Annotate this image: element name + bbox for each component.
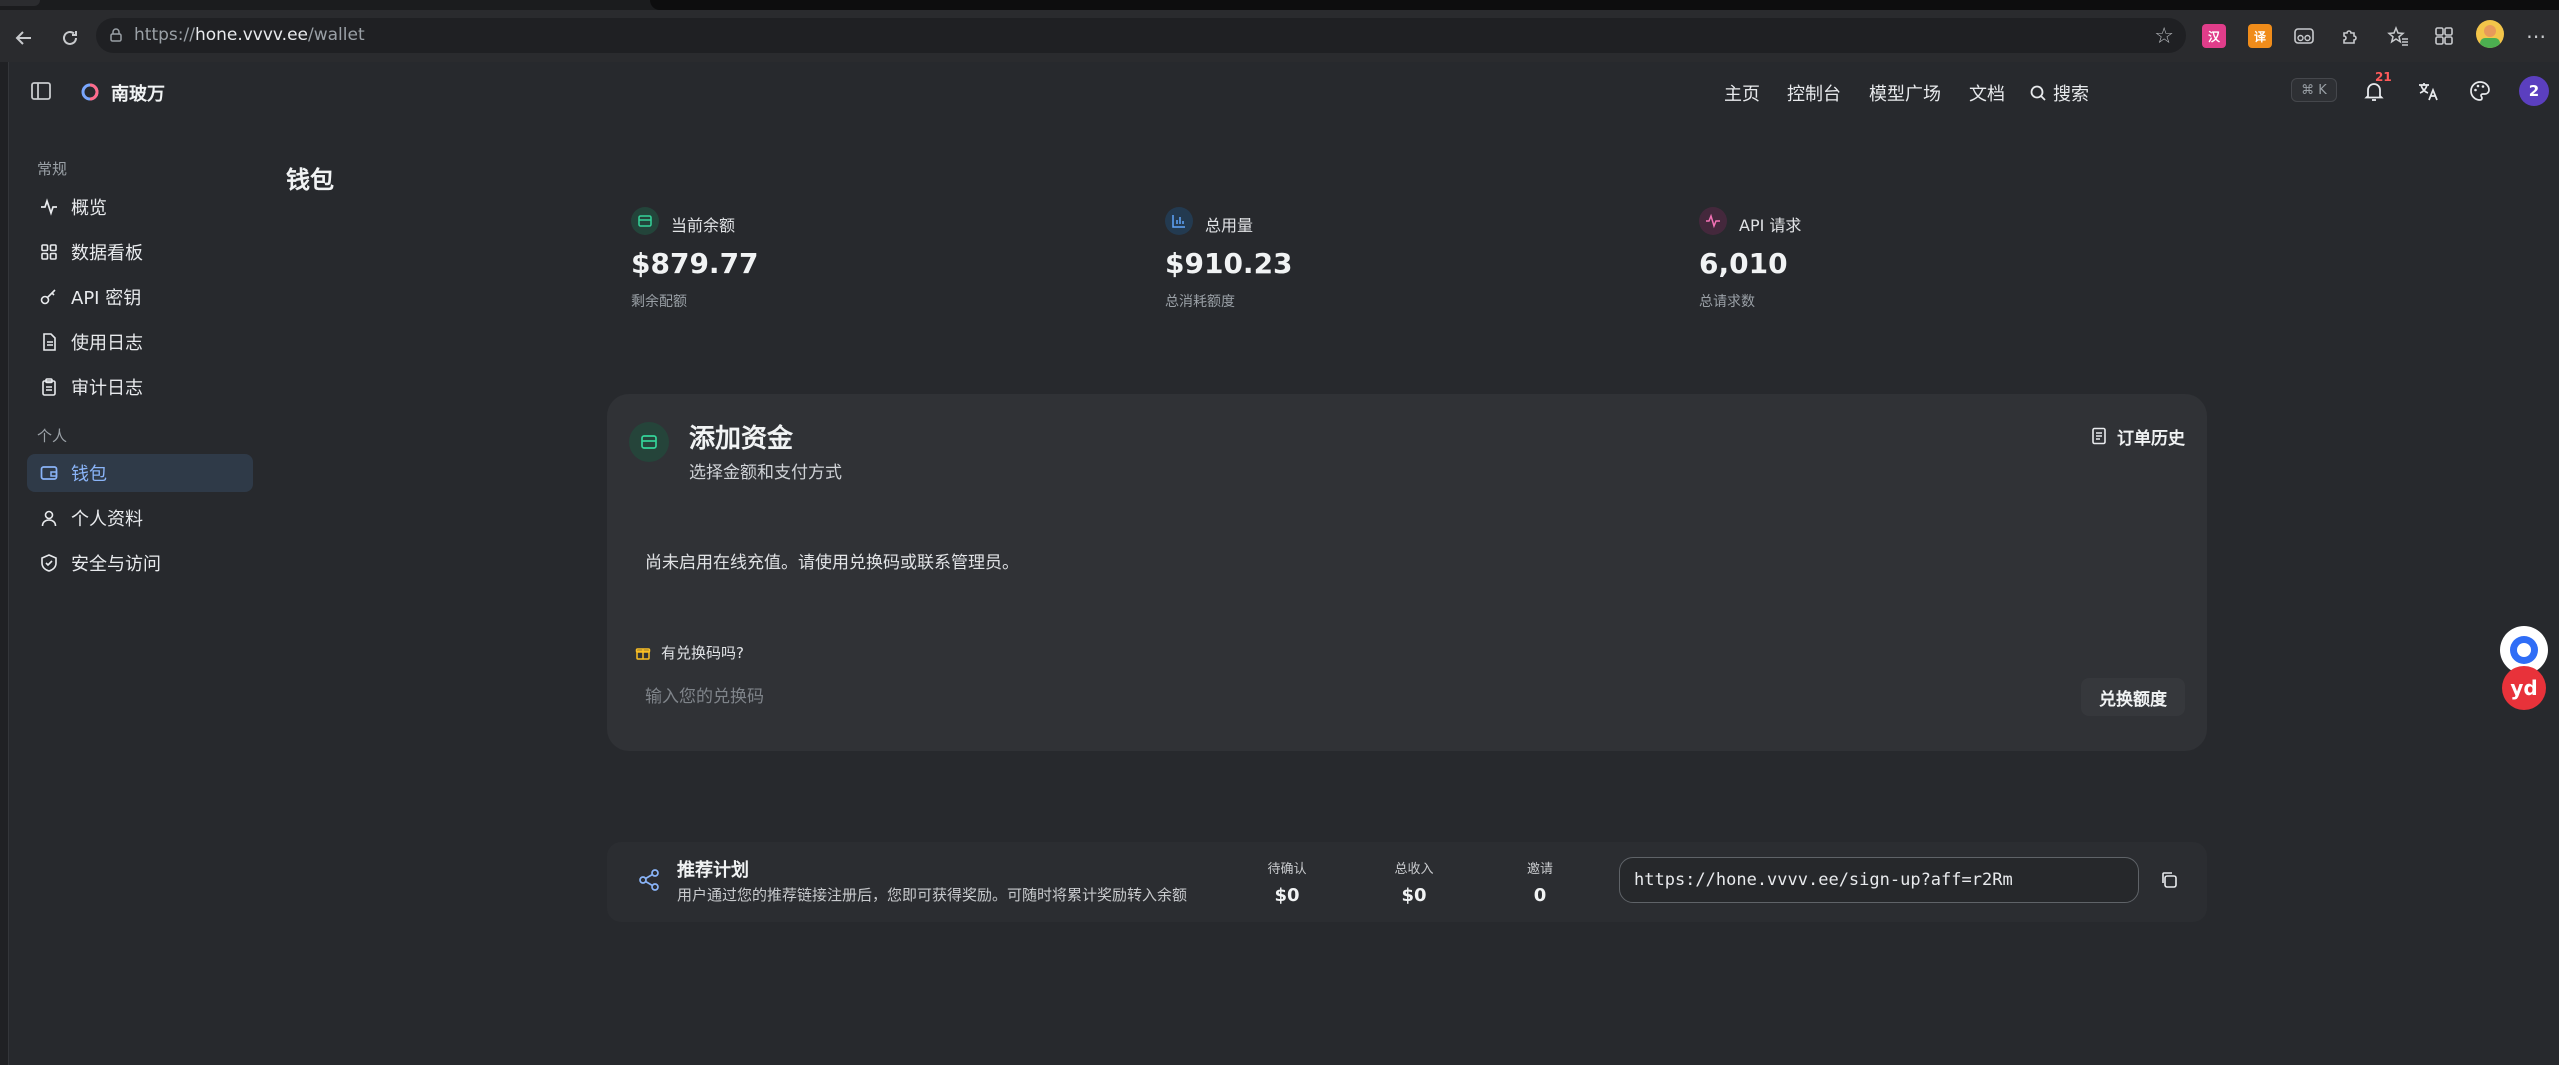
search-button[interactable]: 搜索 [2029,80,2089,106]
sidebar-section-personal: 个人 [37,427,68,445]
copy-icon[interactable] [2155,866,2183,894]
wallet-icon [631,207,659,235]
redeem-code-input[interactable] [635,679,2085,715]
language-translate-icon[interactable] [2413,76,2443,106]
site-info-icon[interactable] [108,27,124,43]
sidebar-item-api-keys[interactable]: API 密钥 [27,278,253,316]
brand-name[interactable]: 南玻万 [111,80,165,106]
brand-logo-icon[interactable] [81,83,99,101]
sidebar-section-general: 常规 [37,160,68,178]
collections-icon[interactable] [2430,22,2458,50]
app-header: 南玻万 主页 控制台 模型广场 文档 搜索 ⌘ K 21 2 [9,62,2559,120]
sidebar-item-wallet[interactable]: 钱包 [27,454,253,492]
referral-link-field[interactable]: https://hone.vvvv.ee/sign-up?aff=r2Rm [1619,857,2139,903]
page-title: 钱包 [286,166,334,194]
receipt-icon [2092,427,2106,445]
search-shortcut-badge: ⌘ K [2291,78,2337,102]
sidebar-item-dashboard[interactable]: 数据看板 [27,233,253,271]
nav-console[interactable]: 控制台 [1787,80,1841,106]
nav-model-square[interactable]: 模型广场 [1869,80,1941,106]
referral-invites: 邀请 0 [1526,862,1553,906]
nav-home[interactable]: 主页 [1724,80,1760,106]
bookmark-star-icon[interactable]: ☆ [2154,24,2174,49]
browser-tab-active[interactable] [650,0,2559,10]
grid-icon [41,244,57,260]
theme-palette-icon[interactable] [2465,76,2495,106]
url-text[interactable]: https://hone.vvvv.ee/wallet [134,25,365,45]
referral-title: 推荐计划 [677,860,749,881]
nav-docs[interactable]: 文档 [1969,80,2005,106]
reader-mode-icon[interactable] [2290,22,2318,50]
sidebar-toggle-icon[interactable] [29,79,53,103]
sidebar: 常规 概览 数据看板 API 密钥 使用日志 审计日志 个人 钱包 个人资料 安… [9,120,259,1060]
key-icon [40,289,56,305]
address-bar[interactable]: https://hone.vvvv.ee/wallet ☆ [96,18,2186,53]
browser-toolbar: https://hone.vvvv.ee/wallet ☆ 汉 译 ⋯ [0,10,2559,62]
user-icon [41,510,57,527]
sidebar-item-security[interactable]: 安全与访问 [27,544,253,582]
favorites-icon[interactable] [2384,22,2412,50]
document-icon [43,333,56,351]
extensions-puzzle-icon[interactable] [2336,22,2364,50]
recharge-disabled-notice: 尚未启用在线充值。请使用兑换码或联系管理员。 [645,553,1019,573]
stat-value: $879.77 [631,247,759,280]
reload-icon[interactable] [56,24,84,52]
clipboard-icon [42,378,56,396]
sidebar-item-audit-logs[interactable]: 审计日志 [27,368,253,406]
activity-icon [41,198,57,216]
wallet-icon [629,422,669,462]
browser-tab[interactable] [0,0,40,6]
redeem-code-label: 有兑换码吗? [635,642,744,663]
back-icon[interactable] [10,24,38,52]
sidebar-item-profile[interactable]: 个人资料 [27,499,253,537]
extension-translate-icon[interactable]: 汉 [2202,24,2226,48]
referral-total-income: 总收入 $0 [1394,862,1434,906]
notification-count-badge: 21 [2375,70,2392,84]
sidebar-item-usage-logs[interactable]: 使用日志 [27,323,253,361]
gift-icon [635,647,651,660]
wallet-icon [40,466,58,480]
redeem-button[interactable]: 兑换额度 [2081,678,2185,716]
extension-dictionary-icon[interactable]: 译 [2248,24,2272,48]
order-history-button[interactable]: 订单历史 [2091,420,2185,452]
add-funds-subtitle: 选择金额和支付方式 [689,463,842,483]
tab-strip [0,0,2559,10]
shield-icon [41,554,57,572]
search-icon [2030,85,2046,101]
share-icon [639,869,659,891]
youdao-translate-icon[interactable]: yd [2502,666,2546,710]
add-funds-card: 添加资金 选择金额和支付方式 订单历史 尚未启用在线充值。请使用兑换码或联系管理… [607,394,2207,751]
referral-description: 用户通过您的推荐链接注册后，您即可获得奖励。可随时将累计奖励转入余额 [677,886,1188,904]
referral-pending: 待确认 $0 [1267,862,1307,906]
app-window: 南玻万 主页 控制台 模型广场 文档 搜索 ⌘ K 21 2 常规 概览 数据看… [8,62,2559,1065]
stat-value: 6,010 [1699,247,1788,280]
sidebar-item-overview[interactable]: 概览 [27,188,253,226]
add-funds-title: 添加资金 [689,424,794,454]
stat-value: $910.23 [1165,247,1293,280]
profile-avatar-icon[interactable] [2476,20,2504,48]
user-avatar[interactable]: 2 [2519,76,2549,106]
bar-chart-icon [1165,207,1193,235]
more-menu-icon[interactable]: ⋯ [2522,22,2550,50]
referral-program-card: 推荐计划 用户通过您的推荐链接注册后，您即可获得奖励。可随时将累计奖励转入余额 … [607,842,2207,922]
activity-icon [1699,207,1727,235]
